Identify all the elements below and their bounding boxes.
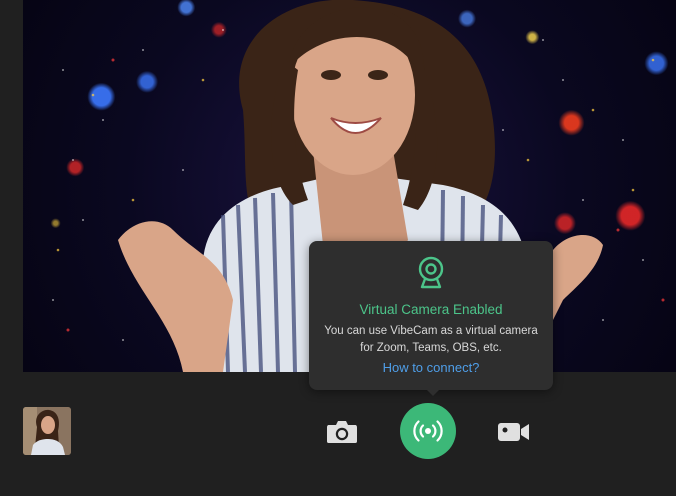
popup-description: You can use VibeCam as a virtual camera … [309, 323, 553, 356]
take-photo-button[interactable] [322, 414, 362, 450]
popup-arrow [426, 389, 440, 396]
virtual-camera-popup: Virtual Camera Enabled You can use VibeC… [309, 241, 553, 390]
thumbnail-image [23, 407, 71, 455]
broadcast-icon [413, 420, 443, 442]
how-to-connect-link[interactable]: How to connect? [309, 360, 553, 375]
webcam-icon [418, 256, 444, 289]
record-video-button[interactable] [494, 414, 534, 450]
popup-description-line: You can use VibeCam as a virtual camera [324, 325, 538, 337]
virtual-camera-button[interactable] [400, 403, 456, 459]
gallery-thumbnail[interactable] [23, 407, 71, 455]
popup-title: Virtual Camera Enabled [359, 302, 503, 317]
popup-description-line: for Zoom, Teams, OBS, etc. [360, 341, 502, 354]
camera-icon [327, 421, 357, 443]
video-camera-icon [498, 423, 529, 441]
